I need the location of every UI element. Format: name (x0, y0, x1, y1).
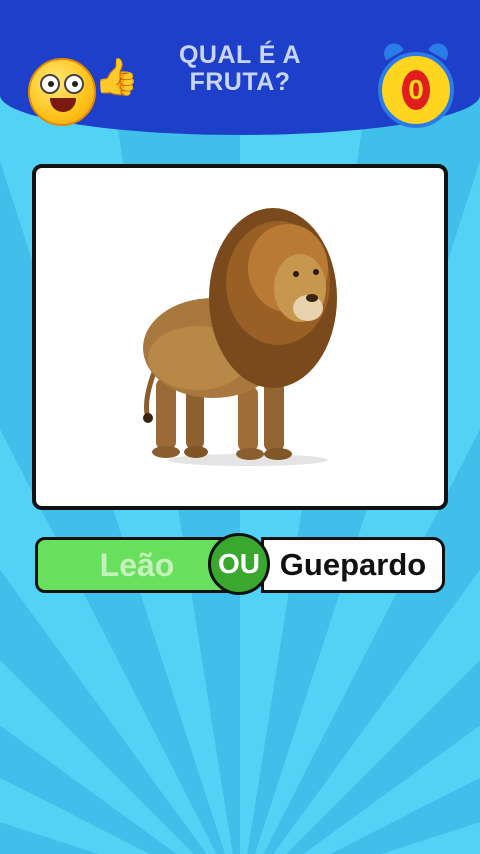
emoji-mouth (50, 98, 76, 112)
alarm-clock-icon: 0 (378, 39, 454, 128)
emoji-eye-left (40, 74, 60, 94)
thumbs-up-icon: 👍 (94, 56, 139, 97)
timer-value: 0 (402, 70, 430, 110)
laughing-emoji-icon (28, 58, 96, 126)
question-image-card (32, 164, 448, 510)
lion-illustration (138, 208, 338, 468)
page-title: QUAL É A FRUTA? (150, 42, 330, 96)
title-line-1: QUAL É A (178, 41, 302, 69)
or-separator-badge: OU (208, 533, 270, 595)
answer-options: Leão OU Guepardo (35, 533, 445, 595)
title-line-2: FRUTA? (189, 68, 291, 96)
answer-option-guepardo[interactable]: Guepardo (261, 537, 445, 593)
emoji-eye-right (64, 74, 84, 94)
